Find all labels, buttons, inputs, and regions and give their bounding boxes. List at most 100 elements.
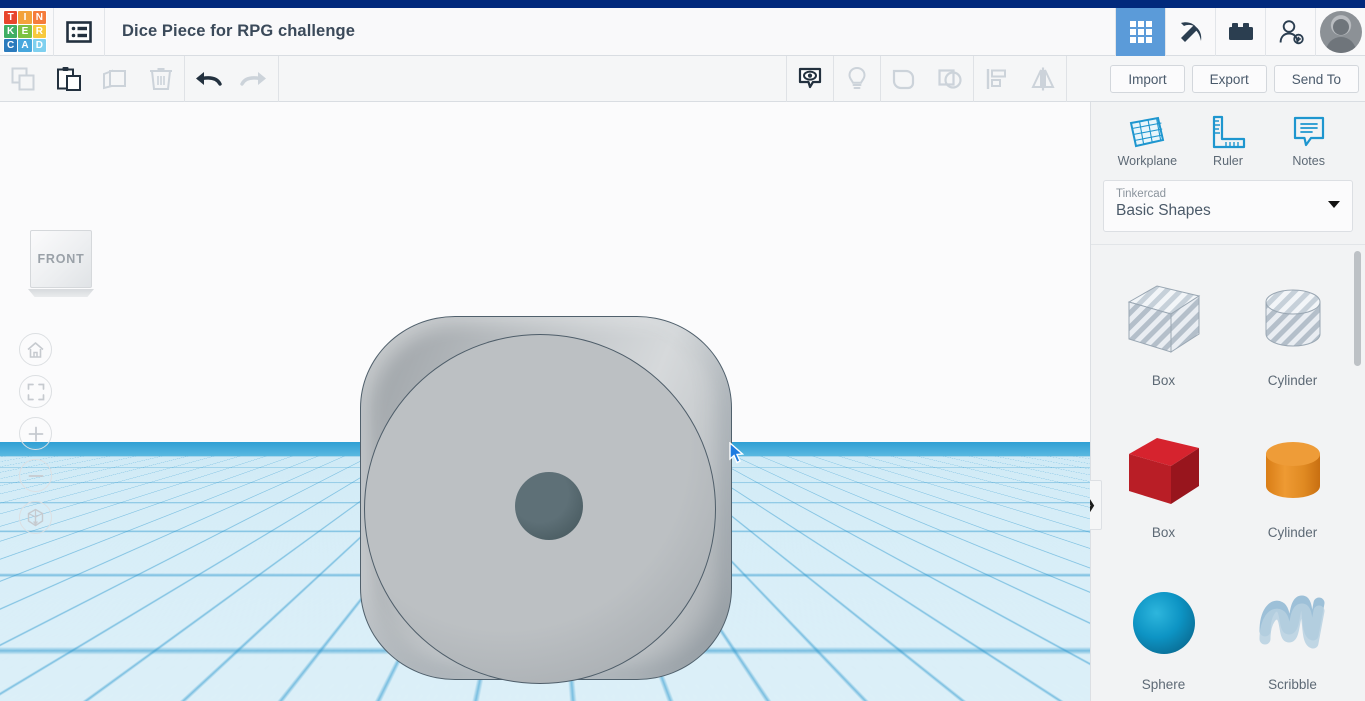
view-cube[interactable]: FRONT (28, 230, 96, 297)
mirror-icon (1031, 67, 1055, 91)
perspective-toggle-icon (27, 508, 44, 527)
avatar (1319, 11, 1362, 53)
panel-tool-row: Workplane Ruler Notes (1091, 102, 1365, 180)
ruler-icon (1212, 115, 1246, 148)
workplane-tool-label: Workplane (1117, 153, 1178, 168)
panel-collapse-toggle[interactable]: ❯ (1078, 480, 1102, 530)
shape-library-select-wrap: Tinkercad Basic Shapes (1091, 180, 1365, 244)
object-tool-group (786, 56, 1067, 102)
shape-item-solid-sphere[interactable]: Sphere (1099, 559, 1228, 701)
nav-blocks-button[interactable] (1215, 8, 1265, 56)
show-hide-eye-icon (798, 67, 822, 89)
logo-tile: I (18, 10, 32, 24)
notes-icon (1293, 116, 1324, 146)
copy-button[interactable] (0, 56, 46, 102)
ruler-tool-label: Ruler (1213, 153, 1243, 168)
top-nav-actions (1115, 8, 1365, 56)
solid-box-icon (1121, 419, 1207, 523)
add-person-icon (1279, 20, 1304, 45)
edit-toolbar: Import Export Send To (0, 56, 1365, 102)
top-navigation-bar: T I N K E R C A D Dice Piece for RPG cha… (0, 7, 1365, 56)
duplicate-button[interactable] (92, 56, 138, 102)
zoom-out-button[interactable] (19, 459, 52, 492)
group-icon (892, 69, 915, 90)
export-button[interactable]: Export (1191, 65, 1267, 93)
redo-arrow-icon (240, 71, 266, 86)
align-button[interactable] (974, 56, 1020, 102)
main-area: FRONT ❯ Workplane Ruler Notes Tinkercad … (0, 102, 1365, 701)
fit-to-view-button[interactable] (19, 375, 52, 408)
lego-brick-icon (1228, 23, 1253, 40)
toolbar-divider (1066, 56, 1067, 102)
copy-icon (11, 67, 35, 90)
shape-item-scribble[interactable]: Scribble (1228, 559, 1357, 701)
user-avatar-button[interactable] (1315, 8, 1365, 56)
solid-hole-button[interactable] (834, 56, 880, 102)
view-cube-base (28, 289, 94, 297)
send-to-button[interactable]: Send To (1273, 65, 1359, 93)
shape-list-scroll-area[interactable]: Box Cylinder Box Cylinder Sphere Scribbl… (1091, 244, 1365, 701)
zoom-in-button[interactable] (19, 417, 52, 450)
top-accent-strip (0, 0, 1365, 8)
logo-tile: D (32, 39, 46, 53)
shape-item-solid-cylinder[interactable]: Cylinder (1228, 407, 1357, 559)
delete-trash-icon (150, 67, 172, 90)
view-cube-face-label[interactable]: FRONT (30, 230, 92, 288)
home-view-button[interactable] (19, 333, 52, 366)
nav-minecraft-button[interactable] (1165, 8, 1215, 56)
shape-library-selected-value: Basic Shapes (1116, 202, 1211, 219)
shape-library-select[interactable]: Tinkercad Basic Shapes (1103, 180, 1353, 232)
align-icon (986, 69, 1006, 89)
zoom-in-icon (28, 426, 43, 441)
logo-tile: N (32, 10, 46, 24)
3d-viewport[interactable]: FRONT (0, 102, 1090, 701)
shape-item-hole-box[interactable]: Box (1099, 255, 1228, 407)
shape-item-hole-cylinder[interactable]: Cylinder (1228, 255, 1357, 407)
shapes-panel: Workplane Ruler Notes Tinkercad Basic Sh… (1090, 102, 1365, 701)
perspective-toggle-button[interactable] (19, 501, 52, 534)
nav-invite-button[interactable] (1265, 8, 1315, 56)
solid-sphere-icon (1124, 571, 1204, 675)
notes-tool[interactable]: Notes (1276, 115, 1342, 168)
logo-tile: R (32, 24, 46, 39)
logo-tile: C (4, 39, 18, 53)
shape-library-group-label: Tinkercad (1116, 188, 1167, 200)
show-hide-button[interactable] (787, 56, 833, 102)
chevron-down-icon (1328, 201, 1340, 208)
mirror-button[interactable] (1020, 56, 1066, 102)
shape-item-solid-box[interactable]: Box (1099, 407, 1228, 559)
group-button[interactable] (881, 56, 927, 102)
ruler-tool[interactable]: Ruler (1195, 115, 1261, 168)
history-tool-group (185, 56, 277, 101)
shape-grid: Box Cylinder Box Cylinder Sphere Scribbl… (1091, 245, 1365, 701)
delete-button[interactable] (138, 56, 184, 102)
panel-scrollbar-thumb[interactable] (1354, 251, 1361, 366)
zoom-out-icon (28, 474, 43, 477)
shape-label: Cylinder (1267, 525, 1318, 540)
ungroup-icon (938, 69, 962, 89)
workplane-icon (1130, 116, 1165, 147)
shape-label: Sphere (1141, 677, 1186, 692)
grid-apps-icon (1129, 21, 1152, 43)
list-menu-icon (66, 20, 92, 43)
tinkercad-logo[interactable]: T I N K E R C A D (3, 9, 47, 54)
scribble-icon (1253, 571, 1333, 675)
clipboard-tool-group (0, 56, 184, 101)
rounded-dice-model[interactable] (360, 316, 732, 684)
list-menu-button[interactable] (53, 7, 105, 56)
workplane-tool[interactable]: Workplane (1114, 115, 1180, 168)
lightbulb-icon (848, 66, 866, 89)
dice-pip (515, 472, 583, 540)
redo-button[interactable] (231, 56, 277, 102)
notes-tool-label: Notes (1292, 153, 1325, 168)
import-button[interactable]: Import (1110, 65, 1185, 93)
hole-box-icon (1121, 267, 1207, 371)
shape-label: Scribble (1268, 677, 1317, 692)
ungroup-button[interactable] (927, 56, 973, 102)
paste-button[interactable] (46, 56, 92, 102)
nav-apps-button[interactable] (1115, 8, 1165, 56)
hole-cylinder-icon (1250, 267, 1336, 371)
logo-tile: A (18, 39, 32, 53)
solid-cylinder-icon (1250, 419, 1336, 523)
undo-button[interactable] (185, 56, 231, 102)
